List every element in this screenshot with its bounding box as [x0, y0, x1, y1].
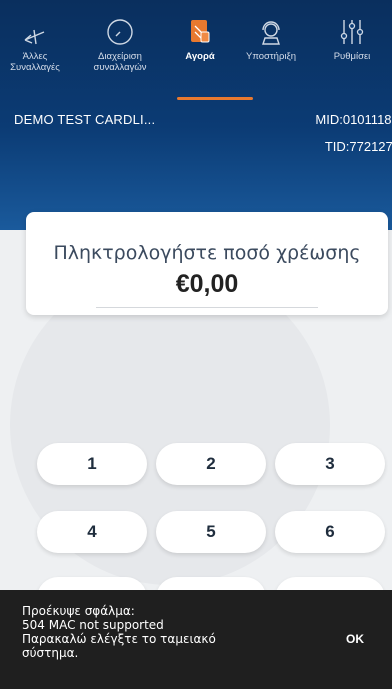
- keypad-key-3[interactable]: 3: [275, 443, 385, 485]
- nav-label-settings: Ρυθμίσει: [333, 51, 371, 62]
- nav-item-transaction-management[interactable]: Διαχείριση συναλλαγών: [70, 0, 170, 104]
- nav-item-other-transactions[interactable]: Άλλες Συναλλαγές: [0, 0, 70, 104]
- error-message: Προέκυψε σφάλμα: 504 MAC not supported Π…: [22, 604, 216, 660]
- keypad-key-4[interactable]: 4: [37, 511, 147, 553]
- sliders-icon: [340, 0, 364, 52]
- error-snackbar: Προέκυψε σφάλμα: 504 MAC not supported Π…: [0, 590, 392, 689]
- support-agent-icon: [258, 0, 284, 52]
- keypad-key-6[interactable]: 6: [275, 511, 385, 553]
- nav-label-other-transactions: Άλλες Συναλλαγές: [10, 51, 60, 73]
- ok-button[interactable]: OK: [346, 632, 364, 646]
- error-line-4: σύστημα.: [22, 646, 79, 661]
- nav-label-transaction-management: Διαχείριση συναλλαγών: [93, 51, 147, 73]
- nav-label-support: Υποστήριξη: [246, 51, 296, 62]
- nav-item-support[interactable]: Υποστήριξη: [230, 0, 312, 104]
- terminal-id: TID:7721270: [324, 139, 392, 154]
- arrow-return-icon: [22, 0, 48, 52]
- keypad-key-2[interactable]: 2: [156, 443, 266, 485]
- nav-item-settings[interactable]: Ρυθμίσει: [312, 0, 392, 104]
- error-line-1: Προέκυψε σφάλμα:: [22, 604, 135, 618]
- merchant-name: DEMO TEST CARDLI...: [14, 112, 156, 127]
- keypad-key-5[interactable]: 5: [156, 511, 266, 553]
- keypad-key-1[interactable]: 1: [37, 443, 147, 485]
- top-navigation: Άλλες Συναλλαγές Διαχείριση συναλλαγών Α…: [0, 0, 392, 104]
- amount-prompt: Πληκτρολογήστε ποσό χρέωσης: [53, 242, 361, 264]
- amount-underline: [96, 307, 318, 308]
- amount-value: €0,00: [175, 270, 239, 298]
- amount-card[interactable]: Πληκτρολογήστε ποσό χρέωσης €0,00: [26, 212, 388, 315]
- nav-label-purchase: Αγορά: [185, 51, 215, 62]
- error-line-3: Παρακαλώ ελέγξτε το ταμειακό: [22, 632, 216, 647]
- card-icon: [189, 0, 211, 52]
- nav-item-purchase[interactable]: Αγορά: [170, 0, 230, 104]
- clock-icon: [106, 0, 134, 52]
- merchant-id: MID:010111829: [315, 112, 392, 127]
- active-tab-indicator: [177, 97, 253, 100]
- error-line-2: 504 MAC not supported: [22, 618, 164, 633]
